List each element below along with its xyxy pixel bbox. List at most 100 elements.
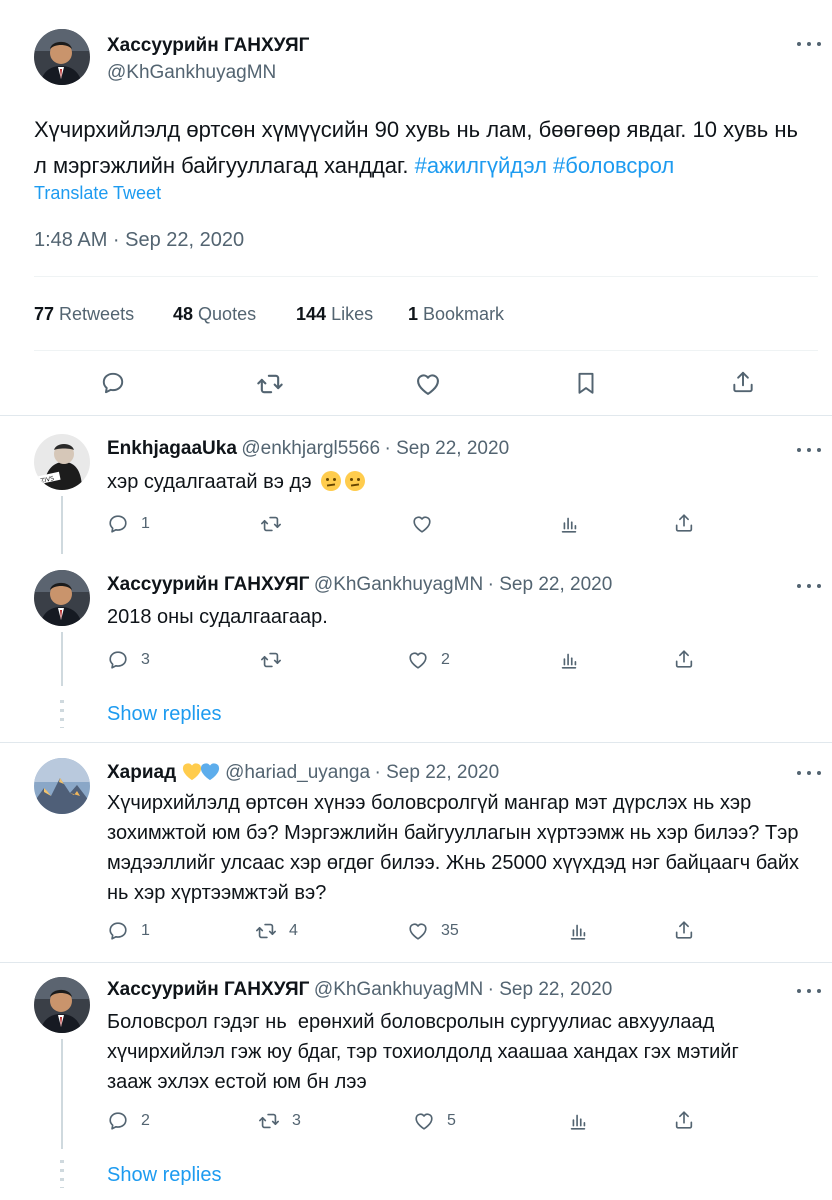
share-button[interactable] <box>673 648 695 670</box>
reply-count: 2 <box>141 1112 150 1129</box>
bookmark-button[interactable] <box>573 370 599 396</box>
retweets-stat[interactable]: 77 Retweets <box>34 304 134 325</box>
share-icon <box>673 1109 695 1131</box>
divider <box>0 742 832 743</box>
show-replies-link[interactable]: Show replies <box>107 1164 222 1187</box>
like-count: 2 <box>441 651 450 668</box>
reply-header: EnkhjagaaUka @enkhjargl5566 · Sep 22, 20… <box>107 438 509 460</box>
retweets-count: 77 <box>34 304 55 324</box>
share-button[interactable] <box>673 512 695 534</box>
reply-icon <box>107 920 129 942</box>
retweet-icon <box>260 513 282 535</box>
share-icon <box>673 648 695 670</box>
reply-date[interactable]: · Sep 22, 2020 <box>384 438 509 459</box>
reply-icon <box>107 513 129 535</box>
divider <box>0 962 832 963</box>
show-replies-link[interactable]: Show replies <box>107 703 222 726</box>
views-icon <box>558 649 580 671</box>
hashtag-link[interactable]: #боловсрол <box>553 153 674 178</box>
thinking-face-icon <box>345 471 366 491</box>
reply-avatar[interactable] <box>34 434 90 490</box>
reply-button[interactable]: 1 <box>107 513 150 535</box>
likes-label: Likes <box>331 304 374 324</box>
reply-button[interactable] <box>100 370 126 396</box>
thread-line <box>61 1039 63 1149</box>
like-button[interactable] <box>414 370 442 398</box>
retweet-button[interactable]: 3 <box>258 1110 301 1132</box>
like-icon <box>414 370 442 398</box>
retweet-count: 4 <box>289 922 298 939</box>
retweets-label: Retweets <box>59 304 135 324</box>
reply-author-name[interactable]: EnkhjagaaUka <box>107 438 237 459</box>
bookmarks-label: Bookmark <box>423 304 505 324</box>
bookmarks-count: 1 <box>408 304 419 324</box>
more-icon[interactable] <box>797 987 821 995</box>
reply-author-handle[interactable]: @KhGankhuyagMN <box>314 979 483 1000</box>
like-count: 5 <box>447 1112 456 1129</box>
retweet-icon <box>258 1110 280 1132</box>
bookmarks-stat[interactable]: 1 Bookmark <box>408 304 504 325</box>
like-icon <box>411 513 433 535</box>
like-button[interactable]: 5 <box>413 1110 456 1132</box>
reply-button[interactable]: 2 <box>107 1110 150 1132</box>
divider <box>0 415 832 416</box>
quotes-stat[interactable]: 48 Quotes <box>173 304 256 325</box>
thread-line <box>61 496 63 554</box>
views-button[interactable] <box>558 513 580 535</box>
likes-count: 144 <box>296 304 327 324</box>
tweet-timestamp[interactable]: 1:48 AM · Sep 22, 2020 <box>34 229 244 252</box>
bookmark-icon <box>573 370 599 396</box>
reply-date[interactable]: · Sep 22, 2020 <box>375 762 500 783</box>
reply-header: Хассуурийн ГАНХУЯГ @KhGankhuyagMN · Sep … <box>107 979 612 1001</box>
like-button[interactable] <box>411 513 433 535</box>
thread-dots <box>60 1160 64 1188</box>
reply-button[interactable]: 1 <box>107 920 150 942</box>
reply-avatar[interactable] <box>34 758 90 814</box>
reply-author-handle[interactable]: @enkhjargl5566 <box>241 438 380 459</box>
reply-author-name[interactable]: Хассуурийн ГАНХУЯГ <box>107 574 309 595</box>
views-button[interactable] <box>558 649 580 671</box>
reply-icon <box>107 649 129 671</box>
like-button[interactable]: 35 <box>407 920 459 942</box>
translate-link[interactable]: Translate Tweet <box>34 183 161 204</box>
more-icon[interactable] <box>797 446 821 454</box>
views-button[interactable] <box>567 1110 589 1132</box>
reply-header: Хассуурийн ГАНХУЯГ @KhGankhuyagMN · Sep … <box>107 574 612 596</box>
reply-author-handle[interactable]: @KhGankhuyagMN <box>314 574 483 595</box>
reply-author-name[interactable]: Хариад <box>107 762 176 783</box>
retweet-button[interactable]: 4 <box>255 920 298 942</box>
share-button[interactable] <box>673 919 695 941</box>
reply-button[interactable]: 3 <box>107 649 150 671</box>
retweet-button[interactable] <box>256 370 284 398</box>
share-button[interactable] <box>673 1109 695 1131</box>
reply-body: хэр судалгаатай вэ дэ <box>107 471 312 493</box>
retweet-icon <box>256 370 284 398</box>
author-handle[interactable]: @KhGankhuyagMN <box>107 62 276 84</box>
reply-avatar[interactable] <box>34 570 90 626</box>
reply-count: 3 <box>141 651 150 668</box>
reply-date[interactable]: · Sep 22, 2020 <box>488 574 613 595</box>
reply-date[interactable]: · Sep 22, 2020 <box>488 979 613 1000</box>
views-icon <box>567 1110 589 1132</box>
more-icon[interactable] <box>797 582 821 590</box>
share-button[interactable] <box>730 369 756 395</box>
like-button[interactable]: 2 <box>407 649 450 671</box>
hashtag-link[interactable]: #ажилгүйдэл <box>415 153 547 178</box>
share-icon <box>673 919 695 941</box>
like-icon <box>407 920 429 942</box>
retweet-icon <box>255 920 277 942</box>
more-icon[interactable] <box>797 40 821 48</box>
more-icon[interactable] <box>797 769 821 777</box>
share-icon <box>673 512 695 534</box>
retweet-button[interactable] <box>260 649 282 671</box>
likes-stat[interactable]: 144 Likes <box>296 304 373 325</box>
views-button[interactable] <box>567 920 589 942</box>
author-avatar[interactable] <box>34 29 90 85</box>
author-name[interactable]: Хассуурийн ГАНХУЯГ <box>107 35 309 57</box>
reply-author-handle[interactable]: @hariad_uyanga <box>225 762 370 783</box>
retweet-count: 3 <box>292 1112 301 1129</box>
like-icon <box>413 1110 435 1132</box>
reply-avatar[interactable] <box>34 977 90 1033</box>
reply-author-name[interactable]: Хассуурийн ГАНХУЯГ <box>107 979 309 1000</box>
retweet-button[interactable] <box>260 513 282 535</box>
